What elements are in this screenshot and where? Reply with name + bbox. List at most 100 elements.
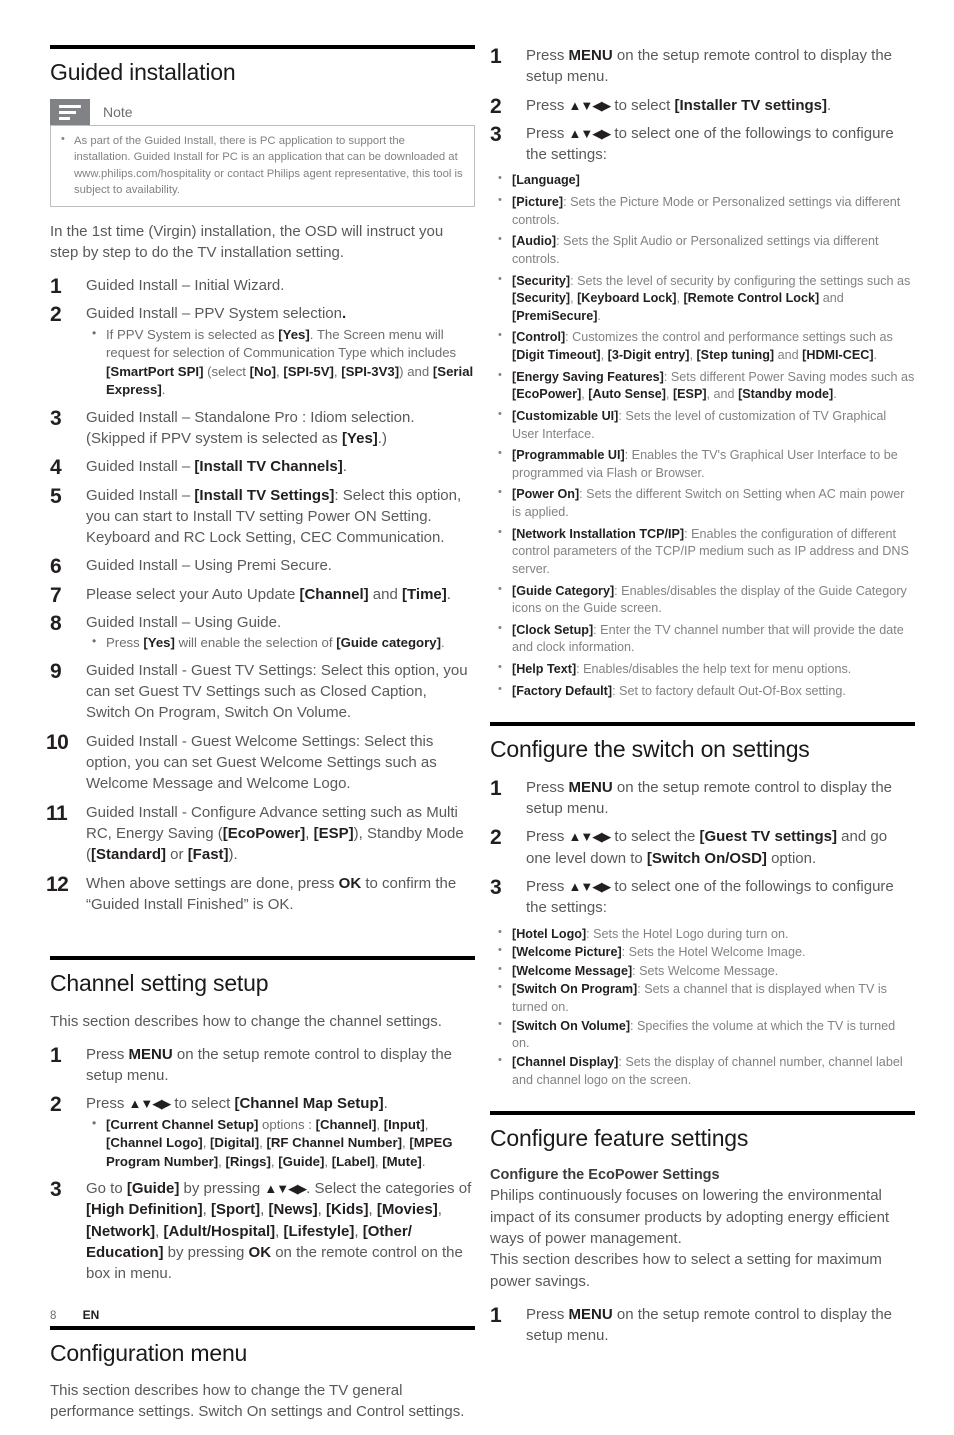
- step-text: Guided Install – Standalone Pro : Idiom …: [86, 408, 415, 447]
- step-number: 5: [50, 484, 62, 508]
- option-list-item: [Picture]: Sets the Picture Mode or Pers…: [490, 193, 915, 229]
- configuration-menu-options: [Language] [Picture]: Sets the Picture Mo…: [490, 172, 915, 700]
- step-text: Go to [Guide] by pressing ▲▼◀▶. Select t…: [86, 1180, 472, 1283]
- step-sub-item: [Current Channel Setup] options : [Chann…: [86, 1115, 475, 1171]
- step-sub-item: Press [Yes] will enable the selection of…: [86, 633, 475, 652]
- option-list-item: [Power On]: Sets the different Switch on…: [490, 485, 915, 521]
- numbered-step: 12 When above settings are done, press OK…: [46, 873, 475, 916]
- step-number: 3: [50, 1178, 62, 1202]
- numbered-step: 1 Press MENU on the setup remote control …: [490, 45, 915, 88]
- channel-setting-intro: This section describes how to change the…: [50, 1012, 442, 1030]
- step-text: Guided Install – Initial Wizard.: [86, 277, 285, 295]
- step-text: Guided Install - Guest TV Settings: Sele…: [86, 661, 468, 722]
- section-feature-settings: Configure feature settings Configure the…: [490, 1111, 915, 1346]
- numbered-step: 7 Please select your Auto Update [Channel…: [50, 584, 475, 607]
- section-switch-on-settings: Configure the switch on settings 1 Press …: [490, 722, 915, 1089]
- note-lines-icon: [50, 99, 90, 126]
- feature-settings-steps: 1 Press MENU on the setup remote control …: [490, 1304, 915, 1347]
- step-number: 3: [490, 122, 502, 146]
- numbered-step: 2 Press ▲▼◀▶ to select the [Guest TV sett…: [490, 826, 915, 869]
- footer-language: EN: [82, 1308, 100, 1322]
- step-number: 2: [50, 303, 62, 327]
- note-box: Note As part of the Guided Install, ther…: [50, 99, 475, 207]
- step-sub-list: Press [Yes] will enable the selection of…: [86, 633, 475, 652]
- guided-installation-steps: 1 Guided Install – Initial Wizard. 2 Guided…: [46, 275, 475, 916]
- step-number: 11: [46, 801, 68, 825]
- step-text: Guided Install - Configure Advance setti…: [86, 803, 464, 864]
- step-number: 6: [50, 555, 62, 579]
- note-label: Note: [103, 104, 133, 121]
- page-title-configuration-menu: Configuration menu: [50, 1339, 248, 1366]
- note-body: As part of the Guided Install, there is …: [50, 125, 475, 207]
- step-number: 2: [490, 826, 502, 850]
- step-text: Press MENU on the setup remote control t…: [86, 1045, 453, 1085]
- option-list-item: [Switch On Volume]: Specifies the volume…: [490, 1017, 915, 1053]
- option-list-item: [Language]: [490, 172, 915, 190]
- step-text: When above settings are done, press OK t…: [86, 874, 457, 913]
- step-text: Guided Install - Guest Welcome Settings:…: [86, 732, 437, 793]
- feature-settings-paragraph-1: Philips continuously focuses on lowering…: [490, 1187, 890, 1248]
- right-column: 1 Press MENU on the setup remote control …: [490, 45, 915, 1354]
- configuration-menu-intro: This section describes how to change the…: [50, 1382, 465, 1421]
- step-number: 7: [50, 583, 62, 607]
- numbered-step: 4 Guided Install – [Install TV Channels].: [50, 456, 475, 479]
- step-text: Guided Install – Using Premi Secure.: [86, 557, 332, 575]
- step-text: Guided Install – PPV System selection.: [86, 305, 347, 323]
- step-text: Press MENU on the setup remote control t…: [526, 778, 893, 818]
- step-sub-item: If PPV System is selected as [Yes]. The …: [86, 325, 475, 400]
- numbered-step: 3 Press ▲▼◀▶ to select one of the followi…: [490, 123, 915, 166]
- numbered-step: 10 Guided Install - Guest Welcome Setting…: [46, 731, 475, 795]
- page-title-feature-settings: Configure feature settings: [490, 1125, 749, 1152]
- numbered-step: 1 Press MENU on the setup remote control …: [490, 1304, 915, 1347]
- numbered-step: 11 Guided Install - Configure Advance set…: [46, 802, 475, 866]
- numbered-step: 6 Guided Install – Using Premi Secure.: [50, 555, 475, 578]
- numbered-step: 1 Press MENU on the setup remote control …: [50, 1044, 475, 1087]
- step-number: 2: [490, 94, 502, 118]
- step-text: Press ▲▼◀▶ to select one of the followin…: [526, 124, 894, 164]
- option-list-item: [Audio]: Sets the Split Audio or Persona…: [490, 232, 915, 268]
- step-text: Press ▲▼◀▶ to select [Installer TV setti…: [526, 96, 832, 114]
- numbered-step: 5 Guided Install – [Install TV Settings]:…: [50, 485, 475, 549]
- step-number: 1: [490, 1303, 502, 1327]
- guided-installation-intro: In the 1st time (Virgin) installation, t…: [50, 222, 444, 261]
- numbered-step: 2 Guided Install – PPV System selection. I…: [50, 303, 475, 399]
- document-page: Guided installation Note As part of the …: [0, 0, 954, 1420]
- option-list-item: [Clock Setup]: Enter the TV channel numb…: [490, 621, 915, 657]
- step-number: 1: [490, 776, 502, 800]
- page-title-switch-on-settings: Configure the switch on settings: [490, 736, 810, 763]
- option-list-item: [Welcome Picture]: Sets the Hotel Welcom…: [490, 943, 915, 962]
- step-number: 1: [490, 45, 502, 68]
- step-text: Press ▲▼◀▶ to select one of the followin…: [526, 877, 894, 917]
- option-list-item: [Guide Category]: Enables/disables the d…: [490, 582, 915, 618]
- step-number: 8: [50, 612, 62, 636]
- numbered-step: 8 Guided Install – Using Guide.Press [Yes…: [50, 612, 475, 653]
- section-configuration-menu: Configuration menu This section describe…: [50, 1325, 475, 1423]
- page-footer: 8 EN: [50, 1308, 99, 1322]
- step-text: Guided Install – [Install TV Channels].: [86, 458, 347, 476]
- step-text: Press ▲▼◀▶ to select the [Guest TV setti…: [526, 828, 888, 867]
- footer-page-number: 8: [50, 1310, 57, 1322]
- option-list-item: [Hotel Logo]: Sets the Hotel Logo during…: [490, 925, 915, 944]
- numbered-step: 3 Guided Install – Standalone Pro : Idiom…: [50, 407, 475, 450]
- option-list-item: [Factory Default]: Set to factory defaul…: [490, 682, 915, 701]
- left-column: Guided installation Note As part of the …: [46, 45, 475, 1435]
- note-list: As part of the Guided Install, there is …: [59, 132, 464, 197]
- option-list-item: [Control]: Customizes the control and pe…: [490, 328, 915, 364]
- option-list-item: [Customizable UI]: Sets the level of cus…: [490, 407, 915, 443]
- section-rule: [50, 1325, 475, 1330]
- step-text: Guided Install – Using Guide.: [86, 614, 282, 632]
- option-list-item: [Network Installation TCP/IP]: Enables t…: [490, 525, 915, 579]
- numbered-step: 3 Press ▲▼◀▶ to select one of the followi…: [490, 876, 915, 919]
- numbered-step: 2 Press ▲▼◀▶ to select [Installer TV sett…: [490, 95, 915, 118]
- switch-on-settings-options: [Hotel Logo]: Sets the Hotel Logo during…: [490, 925, 915, 1090]
- numbered-step: 1 Guided Install – Initial Wizard.: [50, 275, 475, 298]
- section-rule: [50, 45, 475, 49]
- step-text: Guided Install – [Install TV Settings]: …: [86, 486, 462, 547]
- step-number: 3: [50, 406, 62, 430]
- step-sub-list: [Current Channel Setup] options : [Chann…: [86, 1115, 475, 1171]
- numbered-step: 2 Press ▲▼◀▶ to select [Channel Map Setup…: [50, 1093, 475, 1171]
- channel-setting-steps: 1 Press MENU on the setup remote control …: [50, 1044, 475, 1285]
- section-rule: [490, 722, 915, 727]
- step-sub-list: If PPV System is selected as [Yes]. The …: [86, 325, 475, 400]
- section-guided-installation: Guided installation Note As part of the …: [46, 45, 475, 916]
